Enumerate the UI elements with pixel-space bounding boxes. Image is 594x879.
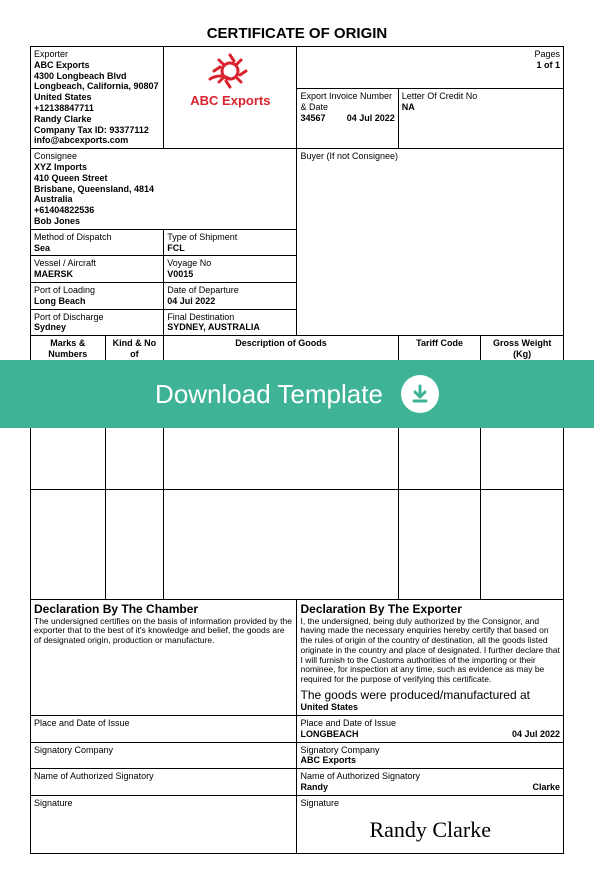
- invoice-cell: Export Invoice Number & Date 3456704 Jul…: [297, 89, 398, 149]
- voyage-cell: Voyage NoV0015: [164, 256, 297, 283]
- sigco-chamber: Signatory Company: [31, 742, 297, 769]
- buyer-cell: Buyer (If not Consignee): [297, 149, 564, 336]
- dep-cell: Date of Departure04 Jul 2022: [164, 282, 297, 309]
- download-icon: [401, 375, 439, 413]
- vessel-cell: Vessel / AircraftMAERSK: [31, 256, 164, 283]
- document-title: CERTIFICATE OF ORIGIN: [30, 25, 564, 42]
- banner-label: Download Template: [155, 379, 383, 410]
- lc-cell: Letter Of Credit No NA: [398, 89, 563, 149]
- certificate-table: Exporter ABC Exports 4300 Longbeach Blvd…: [30, 46, 564, 854]
- download-template-button[interactable]: Download Template: [0, 360, 594, 428]
- pod-cell: Port of DischargeSydney: [31, 309, 164, 336]
- pol-cell: Port of LoadingLong Beach: [31, 282, 164, 309]
- logo-cell: ABC Exports: [164, 47, 297, 149]
- method-cell: Method of DispatchSea: [31, 229, 164, 256]
- dest-cell: Final DestinationSYDNEY, AUSTRALIA: [164, 309, 297, 336]
- pages-cell: Pages 1 of 1: [297, 47, 564, 89]
- sig-chamber: Signature: [31, 795, 297, 853]
- authsig-exporter: Name of Authorized Signatory RandyClarke: [297, 769, 564, 796]
- authsig-chamber: Name of Authorized Signatory: [31, 769, 297, 796]
- gear-icon: [206, 49, 254, 93]
- place-exporter: Place and Date of Issue LONGBEACH04 Jul …: [297, 716, 564, 743]
- sig-exporter: Signature Randy Clarke: [297, 795, 564, 853]
- logo-text: ABC Exports: [167, 93, 293, 109]
- exporter-decl: Declaration By The Exporter I, the under…: [297, 600, 564, 716]
- signature-value: Randy Clarke: [300, 809, 560, 851]
- sigco-exporter: Signatory CompanyABC Exports: [297, 742, 564, 769]
- table-blank2: [31, 490, 564, 600]
- consignee-cell: Consignee XYZ Imports 410 Queen Street B…: [31, 149, 297, 230]
- place-chamber: Place and Date of Issue: [31, 716, 297, 743]
- exporter-cell: Exporter ABC Exports 4300 Longbeach Blvd…: [31, 47, 164, 149]
- type-cell: Type of ShipmentFCL: [164, 229, 297, 256]
- chamber-decl: Declaration By The Chamber The undersign…: [31, 600, 297, 716]
